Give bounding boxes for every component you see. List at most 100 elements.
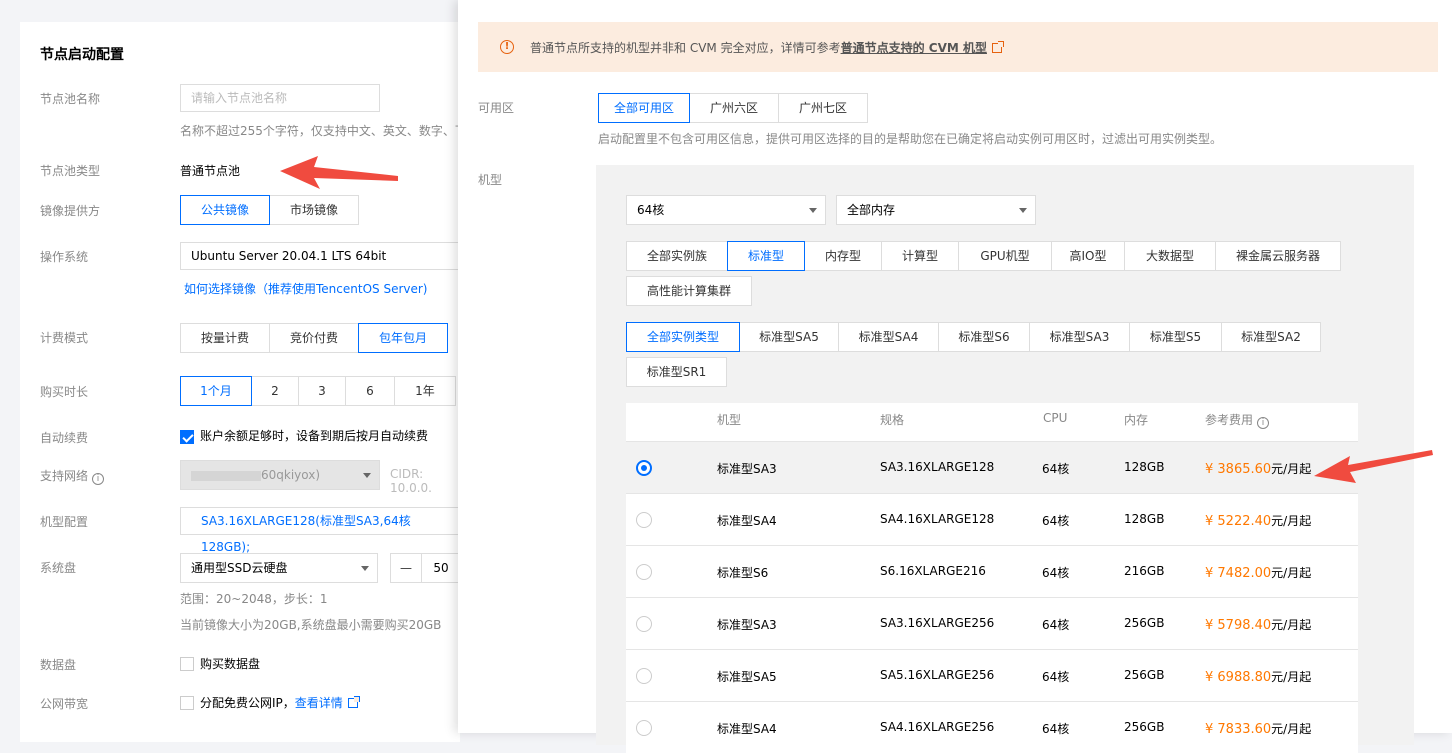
col-header-price: 参考费用 i	[1205, 411, 1270, 429]
duration-1y-button[interactable]: 1年	[394, 376, 456, 406]
row-radio[interactable]	[636, 720, 652, 736]
family-hpc[interactable]: 高性能计算集群	[626, 276, 752, 306]
pool-name-input[interactable]: 请输入节点池名称	[180, 84, 380, 112]
cell-memory: 256GB	[1124, 720, 1165, 734]
row-radio[interactable]	[636, 668, 652, 684]
system-disk-label: 系统盘	[40, 561, 77, 575]
zone-gz7-button[interactable]: 广州七区	[778, 93, 868, 123]
family-high-io[interactable]: 高IO型	[1051, 241, 1125, 271]
family-gpu[interactable]: GPU机型	[958, 241, 1052, 271]
cell-cpu: 64核	[1042, 462, 1070, 476]
info-icon[interactable]: i	[1257, 417, 1270, 429]
duration-6-button[interactable]: 6	[345, 376, 395, 406]
market-image-button[interactable]: 市场镜像	[269, 195, 359, 225]
duration-1m-button[interactable]: 1个月	[180, 376, 252, 406]
os-help-link[interactable]: 如何选择镜像（推荐使用TencentOS Server)	[184, 280, 427, 297]
cell-price: ¥ 7482.00元/月起	[1205, 566, 1312, 581]
duration-label: 购买时长	[40, 385, 89, 399]
annotation-arrow-left	[280, 156, 398, 189]
cell-cpu: 64核	[1042, 618, 1070, 632]
disk-range-hint: 范围：20~2048，步长：1	[180, 592, 328, 606]
public-ip-checkbox[interactable]	[180, 696, 194, 710]
row-radio[interactable]	[636, 616, 652, 632]
type-sa5[interactable]: 标准型SA5	[739, 322, 839, 352]
cpu-select[interactable]: 64核	[626, 195, 826, 225]
public-ip-text: 分配免费公网IP，查看详情	[200, 694, 360, 711]
type-sa3[interactable]: 标准型SA3	[1029, 322, 1130, 352]
alert-banner: ! 普通节点所支持的机型并非和 CVM 完全对应，详情可参考普通节点支持的 CV…	[478, 22, 1438, 72]
zone-all-button[interactable]: 全部可用区	[598, 93, 690, 123]
table-row[interactable]: 标准型SA4 SA4.16XLARGE128 64核 128GB ¥ 5222.…	[626, 493, 1358, 545]
table-row[interactable]: 标准型SA3 SA3.16XLARGE128 64核 128GB ¥ 3865.…	[626, 441, 1358, 493]
machine-config-field[interactable]: SA3.16XLARGE128(标准型SA3,64核128GB);	[180, 507, 470, 554]
external-link-icon	[991, 41, 1004, 53]
cell-cpu: 64核	[1042, 566, 1070, 580]
cell-type: 标准型SA4	[717, 722, 777, 736]
type-all[interactable]: 全部实例类型	[626, 322, 740, 352]
section-title: 节点启动配置	[40, 47, 124, 63]
zone-gz6-button[interactable]: 广州六区	[689, 93, 779, 123]
disk-minus-button[interactable]: —	[390, 553, 422, 583]
os-select[interactable]: Ubuntu Server 20.04.1 LTS 64bit	[180, 242, 470, 270]
billing-spot-button[interactable]: 竞价付费	[269, 323, 359, 353]
family-big-data[interactable]: 大数据型	[1124, 241, 1216, 271]
type-sa2[interactable]: 标准型SA2	[1221, 322, 1321, 352]
public-image-button[interactable]: 公共镜像	[180, 195, 270, 225]
external-link-icon	[347, 696, 360, 708]
table-row[interactable]: 标准型SA5 SA5.16XLARGE256 64核 256GB ¥ 6988.…	[626, 649, 1358, 701]
cell-spec: SA4.16XLARGE128	[880, 512, 995, 526]
family-memory[interactable]: 内存型	[804, 241, 882, 271]
billing-prepaid-button[interactable]: 包年包月	[358, 323, 448, 353]
cell-type: 标准型SA4	[717, 514, 777, 528]
cell-type: 标准型SA5	[717, 670, 777, 684]
chevron-down-icon	[1019, 208, 1027, 213]
warning-icon: !	[500, 40, 514, 54]
zone-label: 可用区	[478, 101, 515, 115]
cell-spec: SA5.16XLARGE256	[880, 668, 995, 682]
instance-type-panel: ! 普通节点所支持的机型并非和 CVM 完全对应，详情可参考普通节点支持的 CV…	[458, 0, 1452, 753]
duration-2-button[interactable]: 2	[251, 376, 299, 406]
cell-price: ¥ 3865.60元/月起	[1205, 462, 1312, 477]
info-icon[interactable]: i	[92, 473, 105, 485]
family-bare-metal[interactable]: 裸金属云服务器	[1215, 241, 1341, 271]
chevron-down-icon	[809, 208, 817, 213]
cvm-types-link[interactable]: 普通节点支持的 CVM 机型	[841, 41, 987, 55]
billing-postpaid-button[interactable]: 按量计费	[180, 323, 270, 353]
table-row[interactable]: 标准型SA3 SA3.16XLARGE256 64核 256GB ¥ 5798.…	[626, 597, 1358, 649]
system-disk-select[interactable]: 通用型SSD云硬盘	[180, 553, 378, 583]
type-s6[interactable]: 标准型S6	[938, 322, 1030, 352]
alert-text: 普通节点所支持的机型并非和 CVM 完全对应，详情可参考普通节点支持的 CVM …	[530, 39, 1004, 56]
row-radio[interactable]	[636, 564, 652, 580]
family-all[interactable]: 全部实例族	[626, 241, 728, 271]
view-details-link[interactable]: 查看详情	[295, 696, 343, 710]
cell-spec: SA3.16XLARGE128	[880, 460, 995, 474]
launch-config-panel: 节点启动配置 节点池名称 请输入节点池名称 名称不超过255个字符，仅支持中文、…	[20, 22, 470, 742]
family-compute[interactable]: 计算型	[881, 241, 959, 271]
col-header-memory: 内存	[1124, 413, 1149, 427]
table-row[interactable]: 标准型SA4 SA4.16XLARGE256 64核 256GB ¥ 7833.…	[626, 701, 1358, 753]
row-radio[interactable]	[636, 460, 652, 476]
col-header-cpu: CPU	[1043, 411, 1068, 425]
annotation-arrow-right	[1314, 450, 1433, 483]
zone-hint: 启动配置里不包含可用区信息，提供可用区选择的目的是帮助您在已确定将启动实例可用区…	[598, 132, 1223, 146]
type-sr1[interactable]: 标准型SR1	[626, 357, 727, 387]
table-row[interactable]: 标准型S6 S6.16XLARGE216 64核 216GB ¥ 7482.00…	[626, 545, 1358, 597]
duration-3-button[interactable]: 3	[298, 376, 346, 406]
col-header-spec: 规格	[880, 413, 905, 427]
cell-price: ¥ 6988.80元/月起	[1205, 670, 1312, 685]
type-s5[interactable]: 标准型S5	[1129, 322, 1222, 352]
disk-min-hint: 当前镜像大小为20GB,系统盘最小需要购买20GB	[180, 618, 442, 632]
cell-price: ¥ 5222.40元/月起	[1205, 514, 1312, 529]
data-disk-checkbox[interactable]	[180, 657, 194, 671]
cell-type: 标准型SA3	[717, 618, 777, 632]
type-sa4[interactable]: 标准型SA4	[838, 322, 939, 352]
row-radio[interactable]	[636, 512, 652, 528]
memory-select[interactable]: 全部内存	[836, 195, 1036, 225]
network-select[interactable]: 60qkiyox)	[180, 460, 380, 490]
disk-size-input[interactable]: 50	[421, 553, 461, 583]
auto-renew-checkbox[interactable]	[180, 430, 194, 444]
cell-type: 标准型S6	[717, 566, 769, 580]
family-standard[interactable]: 标准型	[727, 241, 805, 271]
chevron-down-icon	[363, 473, 371, 478]
cidr-text: CIDR: 10.0.0.	[390, 467, 432, 495]
